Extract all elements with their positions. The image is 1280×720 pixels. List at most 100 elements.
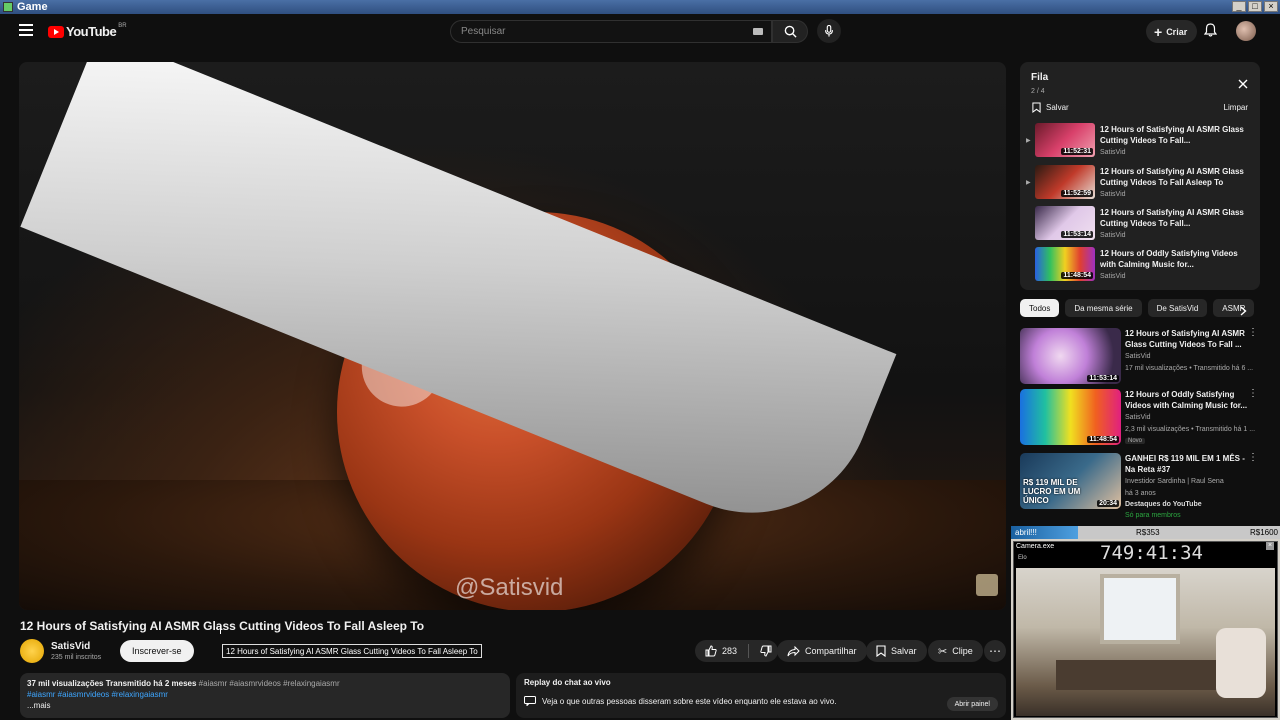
share-icon: [787, 645, 800, 656]
description-box[interactable]: 37 mil visualizações Transmitido há 2 me…: [20, 673, 510, 718]
window-controls: _ □ ×: [1232, 1, 1278, 12]
youtube-play-icon: [48, 25, 64, 38]
stream-timer: 749:41:34: [1100, 542, 1203, 564]
close-window-icon[interactable]: ×: [1264, 1, 1278, 12]
chat-replay-box: Replay do chat ao vivo Veja o que outras…: [516, 673, 1006, 718]
more-vertical-icon[interactable]: ⋮: [1248, 389, 1258, 399]
save-label: Salvar: [891, 646, 917, 656]
more-vertical-icon[interactable]: ⋮: [1248, 328, 1258, 338]
save-button[interactable]: Salvar: [866, 640, 927, 662]
create-label: Criar: [1166, 26, 1188, 37]
webcam-feed: [1016, 568, 1275, 716]
chip-from-channel[interactable]: De SatisVid: [1147, 299, 1208, 317]
like-dislike-group: 283: [695, 640, 779, 662]
voice-search-button[interactable]: [817, 19, 841, 43]
channel-watermark-icon[interactable]: [976, 574, 998, 596]
chip-same-series[interactable]: Da mesma série: [1065, 299, 1142, 317]
queue-save-button[interactable]: Salvar: [1032, 102, 1069, 113]
goal-target: R$1600: [1249, 528, 1278, 537]
share-label: Compartilhar: [805, 646, 857, 656]
bookmark-icon: [1032, 102, 1041, 113]
open-panel-button[interactable]: Abrir painel: [946, 697, 998, 711]
microphone-icon: [825, 25, 833, 37]
recommendation-item[interactable]: 11:53:14 12 Hours of Satisfying AI ASMR …: [1020, 328, 1265, 388]
hamburger-menu-icon[interactable]: [19, 24, 33, 36]
recommendation-thumbnail: R$ 119 MIL DE LUCRO EM UM ÚNICO 20:34: [1020, 453, 1121, 509]
create-button[interactable]: + Criar: [1146, 20, 1198, 43]
maximize-icon[interactable]: □: [1248, 1, 1262, 12]
clip-button[interactable]: ✂ Clipe: [928, 640, 983, 662]
queue-item-channel: SatisVid: [1100, 191, 1126, 198]
recommendation-title: 12 Hours of Oddly Satisfying Videos with…: [1125, 390, 1248, 410]
thumbnail-text: R$ 119 MIL DE LUCRO EM UM ÚNICO: [1023, 478, 1081, 505]
chat-replay-title: Replay do chat ao vivo: [524, 678, 611, 687]
close-icon[interactable]: ×: [1266, 542, 1274, 550]
keyboard-icon[interactable]: [753, 28, 763, 35]
search-input[interactable]: [451, 21, 731, 42]
queue-item[interactable]: ▶ 11:52:31 12 Hours of Satisfying AI ASM…: [1024, 123, 1256, 163]
queue-item-current[interactable]: ▶ 11:52:59 12 Hours of Satisfying AI ASM…: [1024, 165, 1256, 205]
goal-current: R$353: [1136, 528, 1160, 537]
queue-thumbnail: 11:53:14: [1035, 206, 1095, 240]
channel-avatar[interactable]: [20, 639, 44, 663]
share-button[interactable]: Compartilhar: [777, 640, 867, 662]
dislike-icon[interactable]: [760, 645, 772, 657]
queue-item-channel: SatisVid: [1100, 232, 1126, 239]
video-player[interactable]: @Satisvid: [19, 62, 1006, 610]
queue-item[interactable]: 11:53:14 12 Hours of Satisfying AI ASMR …: [1024, 206, 1256, 246]
search-button[interactable]: [772, 20, 808, 43]
queue-clear-button[interactable]: Limpar: [1224, 103, 1248, 112]
channel-name[interactable]: SatisVid: [51, 641, 90, 652]
donation-goal-bar: abril!!! R$353 R$1600: [1011, 526, 1280, 539]
new-badge: Novo: [1125, 438, 1146, 444]
recommendation-item[interactable]: R$ 119 MIL DE LUCRO EM UM ÚNICO 20:34 GA…: [1020, 453, 1265, 519]
queue-item[interactable]: 11:48:54 12 Hours of Oddly Satisfying Vi…: [1024, 247, 1256, 287]
minimize-icon[interactable]: _: [1232, 1, 1246, 12]
channel-subscribers: 235 mil inscritos: [51, 654, 102, 661]
members-only-badge: Só para membros: [1125, 512, 1181, 519]
window-titlebar: Game _ □ ×: [0, 0, 1280, 14]
recommendation-meta: 2,3 mil visualizações • Transmitido há 1…: [1125, 426, 1256, 433]
close-icon[interactable]: [1238, 76, 1248, 94]
chevron-right-icon[interactable]: [1240, 303, 1247, 321]
recommendation-thumbnail: 11:48:54: [1020, 389, 1121, 445]
recommendation-item[interactable]: 11:48:54 12 Hours of Oddly Satisfying Vi…: [1020, 389, 1265, 449]
camera-window: Camera.exe 749:41:34 × Elo: [1013, 541, 1278, 718]
mouse-cursor-icon: [220, 626, 226, 634]
queue-item-title: 12 Hours of Oddly Satisfying Videos with…: [1100, 249, 1238, 269]
user-avatar[interactable]: [1236, 21, 1256, 41]
webcam-window-shape: [1100, 574, 1180, 644]
description-stats: 37 mil visualizações Transmitido há 2 me…: [27, 679, 197, 688]
chip-asmr[interactable]: ASMR: [1213, 299, 1255, 317]
notifications-bell-icon[interactable]: [1203, 23, 1218, 42]
more-vertical-icon[interactable]: ⋮: [1248, 453, 1258, 463]
like-icon[interactable]: [705, 645, 717, 657]
description-tags-inline: #aiasmr #aiasmrvideos #relaxingaiasmr: [198, 679, 340, 688]
youtube-logo[interactable]: YouTube BR: [48, 22, 127, 39]
description-hashtags[interactable]: #aiasmr #aiasmrvideos #relaxingaiasmr: [27, 689, 503, 700]
recommendation-channel: SatisVid: [1125, 353, 1151, 360]
subscribe-button[interactable]: Inscrever-se: [120, 640, 194, 662]
recommendation-thumbnail: 11:53:14: [1020, 328, 1121, 384]
recommendation-meta: há 3 anos: [1125, 490, 1156, 497]
queue-item-channel: SatisVid: [1100, 149, 1126, 156]
queue-thumbnail: 11:52:59: [1035, 165, 1095, 199]
title-tooltip: 12 Hours of Satisfying AI ASMR Glass Cut…: [222, 644, 482, 658]
description-more[interactable]: ...mais: [27, 700, 503, 711]
search-box: [450, 20, 772, 43]
more-actions-button[interactable]: ⋯: [984, 640, 1006, 662]
queue-thumbnail: 11:48:54: [1035, 247, 1095, 281]
chat-icon: [524, 696, 536, 706]
queue-panel: Fila 2 / 4 Salvar Limpar ▶ 11:52:31 12 H…: [1020, 62, 1260, 290]
recommendation-highlight: Destaques do YouTube: [1125, 501, 1202, 508]
logo-country-code: BR: [118, 22, 127, 29]
filter-chips: Todos Da mesma série De SatisVid ASMR: [1020, 299, 1260, 317]
chip-todos[interactable]: Todos: [1020, 299, 1060, 317]
queue-count: 2 / 4: [1031, 88, 1045, 95]
app-icon: [3, 2, 13, 12]
chat-replay-text: Veja o que outras pessoas disseram sobre…: [542, 696, 837, 706]
queue-thumbnail: 11:52:31: [1035, 123, 1095, 157]
recommendation-channel: Investidor Sardinha | Raul Sena: [1125, 478, 1224, 485]
recommendation-title: GANHEI R$ 119 MIL EM 1 MÊS - Na Reta #37: [1125, 454, 1245, 474]
window-title: Game: [17, 1, 48, 13]
